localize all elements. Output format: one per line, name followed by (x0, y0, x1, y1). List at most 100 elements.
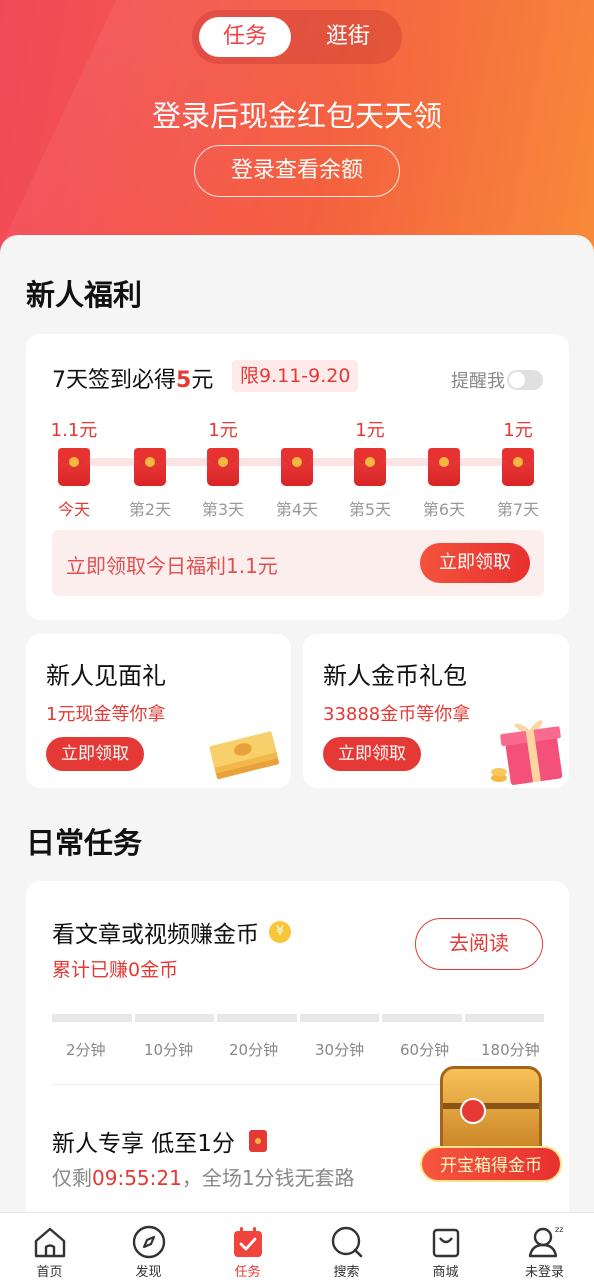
signin-day[interactable]: 第4天 (260, 416, 334, 520)
signin-title-suffix: 元 (191, 368, 214, 393)
progress-tick: 60分钟 (400, 1041, 450, 1059)
progress-tick: 10分钟 (144, 1041, 194, 1059)
gift-title: 新人见面礼 (46, 662, 166, 690)
read-progress-bar (52, 1014, 544, 1022)
read-task-earned: 累计已赚0金币 (52, 959, 179, 981)
claim-now-button[interactable]: 立即领取 (420, 543, 530, 583)
red-envelope-icon (428, 448, 460, 486)
nav-discover[interactable]: 发现 (99, 1213, 198, 1280)
red-envelope-icon (248, 1130, 267, 1152)
day-label: 第5天 (348, 500, 392, 519)
nav-home[interactable]: 首页 (0, 1213, 99, 1280)
nav-label: 发现 (135, 1265, 162, 1280)
claim-bar: 立即领取今日福利1.1元 立即领取 (52, 530, 544, 596)
chest-label: 开宝箱得金币 (420, 1146, 562, 1182)
nav-search[interactable]: 搜索 (297, 1213, 396, 1280)
read-task-title: 看文章或视频赚金币 ¥ (52, 915, 291, 949)
red-envelope-icon (502, 448, 534, 486)
gift-card-cash[interactable]: 新人见面礼 1元现金等你拿 立即领取 (26, 634, 291, 788)
heart-icon (460, 1098, 486, 1124)
red-envelope-icon (58, 448, 90, 486)
read-task-title-text: 看文章或视频赚金币 (52, 922, 259, 948)
tab-task[interactable]: 任务 (199, 17, 291, 57)
gift-subtitle: 1元现金等你拿 (46, 704, 166, 725)
day-reward (113, 416, 187, 440)
day-reward: 1元 (208, 420, 238, 441)
promo-prefix: 仅剩 (52, 1166, 92, 1190)
day-label: 第4天 (275, 500, 319, 519)
day-label: 第7天 (496, 500, 540, 519)
signin-day[interactable]: 第2天 (113, 416, 187, 520)
login-balance-button[interactable]: 登录查看余额 (194, 145, 400, 197)
day-label: 第3天 (201, 500, 245, 519)
signin-day[interactable]: 1元 第5天 (333, 416, 407, 520)
signin-card: 7天签到必得5元 限9.11-9.20 提醒我 1.1元 今天 第2天 1元 第… (26, 334, 569, 620)
signin-title: 7天签到必得5元 (52, 362, 213, 394)
gift-title: 新人金币礼包 (323, 662, 467, 690)
promo-title: 新人专享 低至1分 (52, 1124, 267, 1158)
nav-label: 搜索 (333, 1265, 360, 1280)
signin-title-amount: 5 (176, 368, 192, 393)
limit-badge: 限9.11-9.20 (232, 360, 359, 392)
day-reward (260, 416, 334, 440)
user-icon: zz (528, 1225, 563, 1258)
signin-day[interactable]: 第6天 (407, 416, 481, 520)
go-read-button[interactable]: 去阅读 (415, 918, 543, 970)
nav-label: 任务 (234, 1265, 261, 1280)
red-envelope-icon (207, 448, 239, 486)
signin-day[interactable]: 1.1元 今天 (37, 416, 111, 520)
nav-label: 商城 (432, 1265, 459, 1280)
toggle-switch-icon[interactable] (507, 370, 543, 390)
coin-icon: ¥ (269, 921, 291, 943)
gift-claim-button[interactable]: 立即领取 (323, 737, 421, 771)
bottom-nav: 首页 发现 任务 搜索 商城 zz 未登录 (0, 1212, 594, 1280)
progress-tick: 30分钟 (315, 1041, 365, 1059)
promo-countdown: 09:55:21 (92, 1166, 182, 1190)
gift-subtitle: 33888金币等你拿 (323, 704, 471, 725)
day-reward: 1元 (503, 420, 533, 441)
svg-text:zz: zz (555, 1225, 563, 1234)
treasure-chest-icon (440, 1066, 542, 1154)
day-label: 第6天 (422, 500, 466, 519)
claim-text: 立即领取今日福利1.1元 (66, 554, 278, 578)
nav-task[interactable]: 任务 (198, 1213, 297, 1280)
progress-tick: 180分钟 (481, 1041, 540, 1059)
nav-label: 未登录 (524, 1265, 564, 1280)
remind-label: 提醒我 (451, 371, 505, 392)
daily-section-title: 日常任务 (26, 826, 143, 860)
day-reward (407, 416, 481, 440)
promo-countdown-line: 仅剩09:55:21，全场1分钱无套路 (52, 1162, 355, 1191)
signin-day[interactable]: 1元 第7天 (481, 416, 555, 520)
shopping-bag-icon (432, 1228, 459, 1258)
gift-claim-button[interactable]: 立即领取 (46, 737, 144, 771)
treasure-chest-button[interactable]: 开宝箱得金币 (420, 1058, 566, 1186)
tab-shopping[interactable]: 逛街 (302, 17, 394, 57)
nav-profile[interactable]: zz 未登录 (495, 1213, 594, 1280)
search-icon (331, 1226, 362, 1258)
red-envelope-icon (281, 448, 313, 486)
task-calendar-icon (233, 1227, 262, 1257)
signin-title-prefix: 7天签到必得 (52, 368, 176, 393)
cash-stack-icon (209, 731, 280, 780)
gift-box-icon (491, 720, 563, 785)
nav-label: 首页 (36, 1265, 63, 1280)
remind-toggle[interactable]: 提醒我 (451, 367, 543, 393)
day-label: 第2天 (128, 500, 172, 519)
progress-tick: 20分钟 (229, 1041, 279, 1059)
signin-day[interactable]: 1元 第3天 (186, 416, 260, 520)
day-label: 今天 (57, 500, 90, 519)
red-envelope-icon (354, 448, 386, 486)
hero-title: 登录后现金红包天天领 (151, 99, 442, 133)
newbie-section-title: 新人福利 (26, 278, 143, 312)
home-icon (34, 1227, 65, 1258)
day-reward: 1.1元 (50, 420, 98, 441)
nav-mall[interactable]: 商城 (396, 1213, 495, 1280)
compass-icon (132, 1225, 165, 1259)
header-banner: 任务 逛街 登录后现金红包天天领 登录查看余额 (0, 0, 594, 260)
progress-tick: 2分钟 (66, 1041, 106, 1059)
red-envelope-icon (134, 448, 166, 486)
gift-card-coins[interactable]: 新人金币礼包 33888金币等你拿 立即领取 (303, 634, 569, 788)
promo-title-text: 新人专享 低至1分 (52, 1131, 235, 1157)
tab-switcher: 任务 逛街 (192, 10, 402, 64)
promo-suffix: ，全场1分钱无套路 (181, 1166, 355, 1190)
